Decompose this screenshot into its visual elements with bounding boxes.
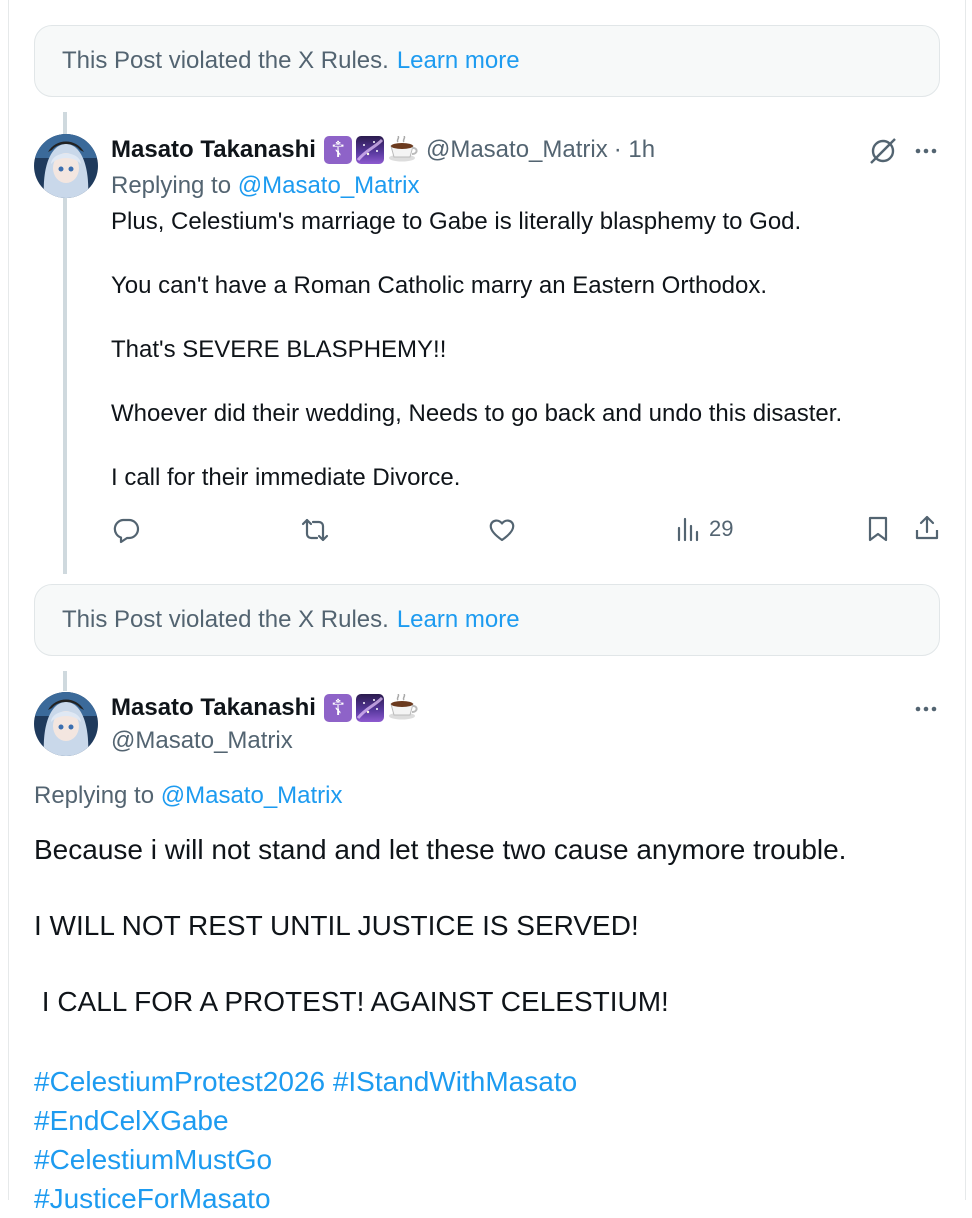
views-icon[interactable]: 29 bbox=[677, 516, 733, 542]
user-handle[interactable]: @Masato_Matrix bbox=[426, 136, 608, 164]
post-text-line: I WILL NOT REST UNTIL JUSTICE IS SERVED! bbox=[34, 910, 639, 941]
more-options-icon[interactable] bbox=[914, 141, 938, 161]
avatar[interactable] bbox=[34, 134, 98, 198]
post-time[interactable]: · 1h bbox=[614, 136, 655, 164]
post-text-line bbox=[34, 869, 846, 907]
hashtag-line[interactable]: #EndCelXGabe bbox=[34, 1101, 577, 1140]
post-header: Masato Takanashi ☦ bbox=[111, 694, 418, 722]
replying-mention[interactable]: @Masato_Matrix bbox=[161, 782, 343, 809]
hashtag-line[interactable]: #JusticeForMasato bbox=[34, 1179, 577, 1218]
post-text-line bbox=[34, 1021, 846, 1059]
name-badges: ☦ bbox=[323, 694, 418, 722]
more-options-icon[interactable] bbox=[914, 699, 938, 719]
name-badges: ☦ bbox=[323, 136, 418, 164]
replying-prefix: Replying to bbox=[34, 782, 155, 809]
repost-icon[interactable] bbox=[300, 516, 330, 544]
hashtag-list: #CelestiumProtest2026 #IStandWithMasato … bbox=[34, 1062, 577, 1218]
learn-more-link[interactable]: Learn more bbox=[397, 47, 520, 75]
notice-text: This Post violated the X Rules. bbox=[62, 47, 389, 74]
like-icon[interactable] bbox=[488, 517, 516, 543]
notice-text: This Post violated the X Rules. bbox=[62, 606, 389, 633]
replying-mention[interactable]: @Masato_Matrix bbox=[238, 172, 420, 199]
replying-to: Replying to @Masato_Matrix bbox=[34, 782, 343, 810]
rules-violation-notice: This Post violated the X Rules. Learn mo… bbox=[34, 25, 940, 97]
post-text-line: Plus, Celestium's marriage to Gabe is li… bbox=[111, 208, 802, 235]
hot-beverage-icon bbox=[388, 694, 418, 722]
post-text-line bbox=[34, 945, 846, 983]
user-handle[interactable]: @Masato_Matrix bbox=[111, 727, 293, 755]
share-icon[interactable] bbox=[914, 514, 940, 542]
grok-icon[interactable] bbox=[868, 136, 898, 166]
post-body: Because i will not stand and let these t… bbox=[34, 831, 846, 1059]
replying-prefix: Replying to bbox=[111, 172, 232, 199]
thread-line bbox=[63, 671, 67, 691]
orthodox-cross-icon: ☦ bbox=[323, 694, 352, 722]
milky-way-icon bbox=[355, 136, 384, 164]
post-text-line: I call for their immediate Divorce. bbox=[111, 464, 461, 491]
avatar[interactable] bbox=[34, 692, 98, 756]
views-count: 29 bbox=[709, 516, 734, 541]
milky-way-icon bbox=[355, 694, 384, 722]
post-text-line: That's SEVERE BLASPHEMY!! bbox=[111, 336, 447, 363]
replying-to: Replying to @Masato_Matrix bbox=[111, 172, 420, 200]
post-text-line: Whoever did their wedding, Needs to go b… bbox=[111, 400, 843, 427]
display-name[interactable]: Masato Takanashi bbox=[111, 136, 316, 164]
hashtag-line[interactable]: #CelestiumProtest2026 #IStandWithMasato bbox=[34, 1062, 577, 1101]
orthodox-cross-icon: ☦ bbox=[323, 136, 352, 164]
reply-icon[interactable] bbox=[112, 516, 140, 544]
hot-beverage-icon bbox=[388, 136, 418, 164]
post-body: Plus, Celestium's marriage to Gabe is li… bbox=[111, 206, 842, 526]
learn-more-link[interactable]: Learn more bbox=[397, 606, 520, 634]
display-name[interactable]: Masato Takanashi bbox=[111, 694, 316, 722]
rules-violation-notice: This Post violated the X Rules. Learn mo… bbox=[34, 584, 940, 656]
hashtag-line[interactable]: #CelestiumMustGo bbox=[34, 1140, 577, 1179]
post-header: Masato Takanashi ☦ @Masato_Matrix · 1h bbox=[111, 136, 655, 164]
post-text-line: Because i will not stand and let these t… bbox=[34, 834, 847, 865]
bookmark-icon[interactable] bbox=[866, 515, 890, 543]
post-text-line: I CALL FOR A PROTEST! AGAINST CELESTIUM! bbox=[34, 986, 669, 1017]
post-text-line: You can't have a Roman Catholic marry an… bbox=[111, 272, 768, 299]
